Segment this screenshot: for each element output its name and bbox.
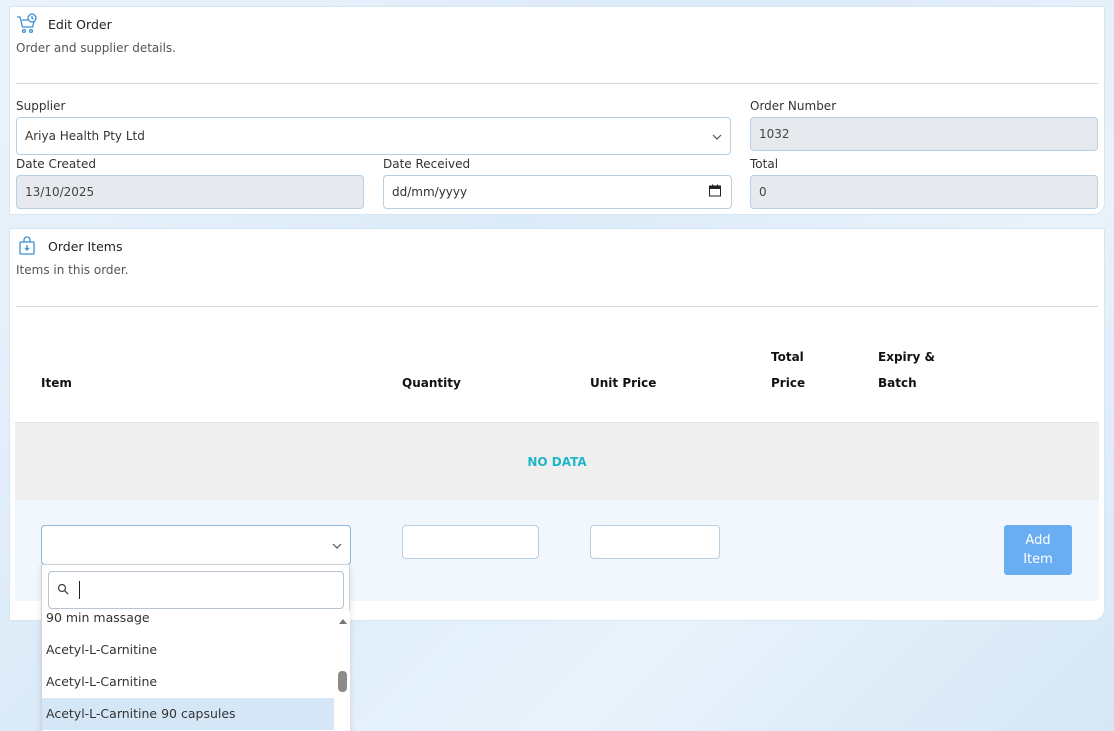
column-header-total-price: Total Price (771, 344, 805, 396)
no-data-text: NO DATA (527, 454, 587, 469)
dropdown-option[interactable]: Acetyl-L-Carnitine (42, 634, 334, 666)
dropdown-option[interactable]: 90 min massage (42, 611, 334, 634)
total-label: Total (750, 157, 779, 171)
total-field: 0 (750, 175, 1098, 209)
item-dropdown[interactable]: 90 min massage Acetyl-L-Carnitine Acetyl… (41, 564, 350, 731)
date-created-value: 13/10/2025 (25, 185, 95, 199)
scroll-up-arrow-icon[interactable] (339, 619, 347, 624)
dropdown-scrollbar[interactable] (336, 611, 350, 731)
supplier-value: Ariya Health Pty Ltd (25, 129, 145, 143)
order-details-card: Edit Order Order and supplier details. S… (9, 6, 1105, 215)
add-item-button-line2: Item (1023, 552, 1053, 567)
column-header-expiry-line2: Batch (878, 376, 917, 390)
date-received-label: Date Received (383, 157, 471, 171)
column-header-quantity: Quantity (402, 376, 461, 390)
text-cursor (79, 581, 80, 599)
quantity-input[interactable] (402, 525, 539, 559)
chevron-down-icon (712, 129, 722, 143)
unit-price-input[interactable] (590, 525, 720, 559)
add-item-button-line1: Add (1025, 533, 1051, 548)
dropdown-options: 90 min massage Acetyl-L-Carnitine Acetyl… (42, 611, 334, 731)
order-number-field: 1032 (750, 117, 1098, 151)
total-value: 0 (759, 185, 767, 199)
supplier-select[interactable]: Ariya Health Pty Ltd (16, 117, 731, 155)
dropdown-search-input[interactable] (48, 571, 344, 609)
no-data-row: NO DATA (15, 422, 1099, 500)
date-created-label: Date Created (16, 157, 96, 171)
order-items-card: Order Items Items in this order. Item Qu… (9, 228, 1105, 621)
date-received-placeholder: dd/mm/yyyy (392, 185, 468, 199)
supplier-label: Supplier (16, 99, 66, 113)
date-received-input[interactable]: dd/mm/yyyy (383, 175, 732, 209)
dropdown-option-highlighted[interactable]: Acetyl-L-Carnitine 90 capsules (42, 698, 334, 730)
column-header-expiry-batch: Expiry & Batch (878, 344, 935, 396)
items-card-subtitle: Items in this order. (16, 263, 129, 277)
column-header-total-price-line2: Price (771, 376, 806, 390)
items-card-divider (16, 306, 1098, 307)
add-item-button[interactable]: Add Item (1004, 525, 1072, 575)
dropdown-option[interactable]: Acetyl-L-Carnitine (42, 666, 334, 698)
order-card-subtitle: Order and supplier details. (16, 41, 176, 55)
column-header-total-price-line1: Total (771, 350, 804, 364)
order-card-divider (16, 83, 1098, 84)
shopping-bag-icon (16, 235, 38, 257)
items-card-title: Order Items (48, 238, 123, 254)
chevron-down-icon (332, 538, 342, 552)
cart-clock-icon (16, 13, 38, 35)
column-header-expiry-line1: Expiry & (878, 350, 936, 364)
calendar-icon[interactable] (709, 184, 721, 200)
order-card-title: Edit Order (48, 16, 112, 32)
column-header-item: Item (41, 376, 72, 390)
date-created-field: 13/10/2025 (16, 175, 364, 209)
search-icon (57, 583, 69, 598)
order-number-value: 1032 (759, 127, 790, 141)
order-number-label: Order Number (750, 99, 837, 113)
scrollbar-thumb[interactable] (338, 671, 347, 692)
items-card-header: Order Items (16, 235, 122, 257)
order-card-header: Edit Order (16, 13, 112, 35)
column-header-unit-price: Unit Price (590, 376, 657, 390)
item-select[interactable] (41, 525, 351, 565)
